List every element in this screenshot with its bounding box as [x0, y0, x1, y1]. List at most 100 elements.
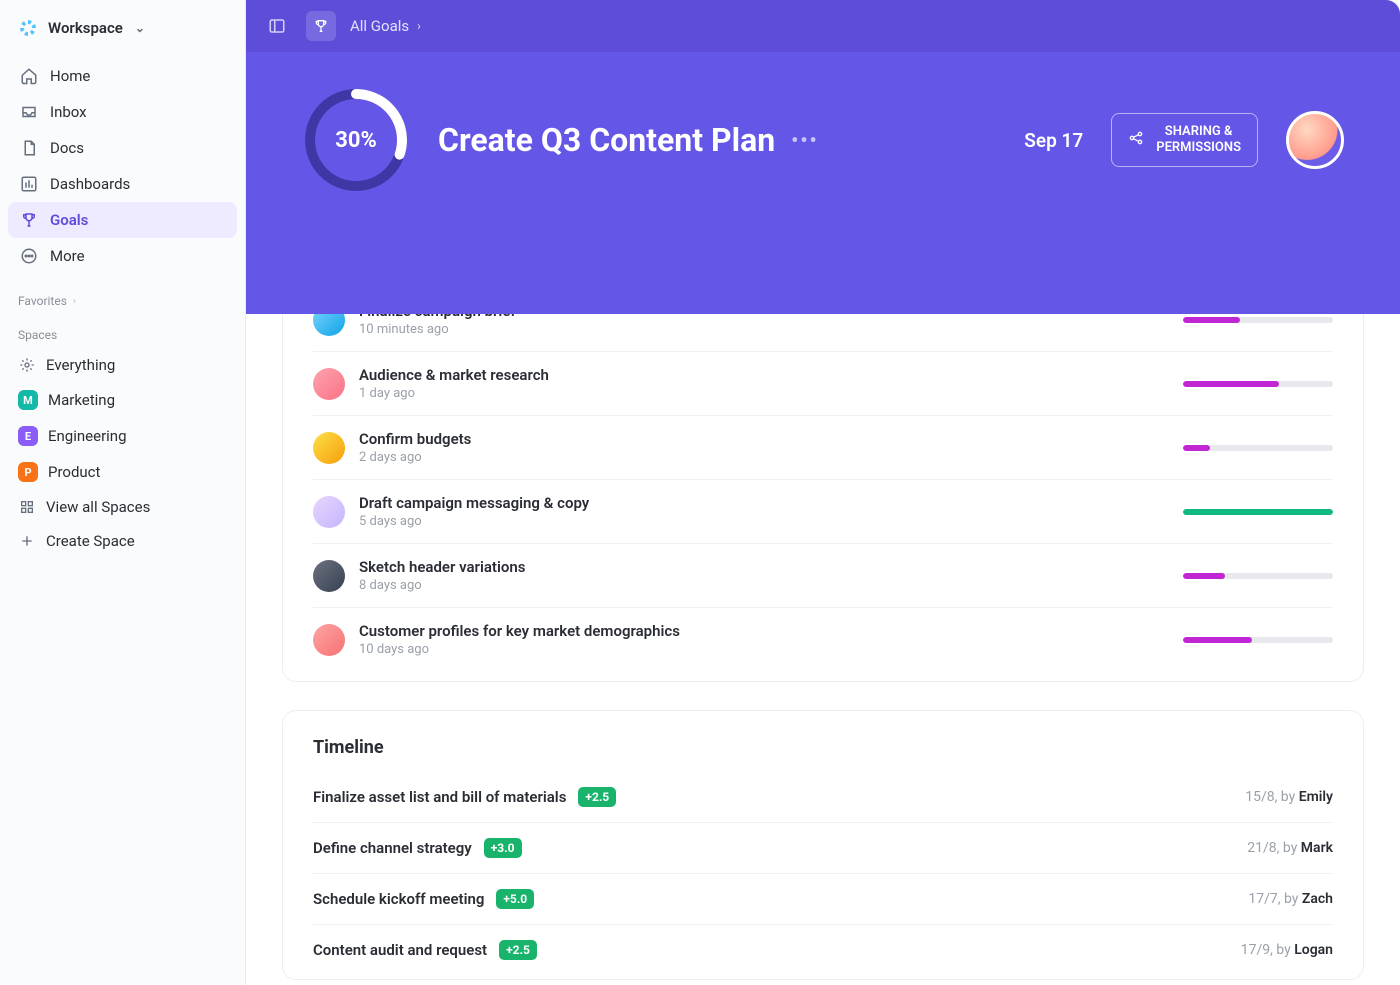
assignee-avatar: [313, 314, 345, 336]
timeline-row[interactable]: Define channel strategy+3.021/8, by Mark: [313, 823, 1333, 874]
target-title: Confirm budgets: [359, 430, 1167, 448]
nav-more[interactable]: More: [8, 238, 237, 274]
chevron-right-icon: ›: [417, 19, 421, 33]
favorites-section[interactable]: Favorites ›: [0, 280, 245, 314]
timeline-meta: 17/9, by Logan: [1241, 942, 1333, 958]
space-everything[interactable]: Everything: [0, 348, 245, 382]
trophy-icon: [20, 211, 38, 229]
app-logo-icon: [18, 18, 38, 38]
workspace-label: Workspace: [48, 19, 123, 37]
timeline-score-badge: +2.5: [499, 940, 537, 960]
nav-docs-label: Docs: [50, 139, 84, 157]
target-timestamp: 10 minutes ago: [359, 322, 1167, 337]
timeline-item-title: Schedule kickoff meeting: [313, 890, 484, 908]
goals-context-icon[interactable]: [306, 11, 336, 41]
target-title: Sketch header variations: [359, 558, 1167, 576]
nav-goals[interactable]: Goals: [8, 202, 237, 238]
sharing-permissions-button[interactable]: SHARING & PERMISSIONS: [1111, 113, 1258, 166]
target-timestamp: 1 day ago: [359, 386, 1167, 401]
timeline-list: Finalize asset list and bill of material…: [313, 772, 1333, 975]
goal-title: Create Q3 Content Plan: [438, 121, 775, 159]
progress-percent: 30%: [302, 86, 410, 194]
main: All Goals › 30% Create Q3 Content Plan •…: [246, 0, 1400, 985]
space-view-all[interactable]: View all Spaces: [0, 490, 245, 524]
inbox-icon: [20, 103, 38, 121]
space-everything-label: Everything: [46, 356, 115, 374]
timeline-card: Timeline Finalize asset list and bill of…: [282, 710, 1364, 980]
assignee-avatar: [313, 624, 345, 656]
target-row[interactable]: Confirm budgets 2 days ago: [313, 416, 1333, 480]
space-badge-m: M: [18, 390, 38, 410]
space-create[interactable]: Create Space: [0, 524, 245, 558]
timeline-row[interactable]: Content audit and request +2.5 17/9, by Lo…: [313, 925, 1333, 975]
target-progress-bar: [1183, 445, 1333, 451]
primary-nav: Home Inbox Docs Dashboards: [0, 52, 245, 280]
share-button-text: SHARING & PERMISSIONS: [1156, 124, 1241, 155]
space-badge-p: P: [18, 462, 38, 482]
target-timestamp: 2 days ago: [359, 450, 1167, 465]
target-title: Draft campaign messaging & copy: [359, 494, 1167, 512]
content-scroll[interactable]: Targets + Add Finalize campaign brief10 …: [246, 314, 1400, 985]
nav-docs[interactable]: Docs: [8, 130, 237, 166]
plus-icon: [18, 533, 36, 549]
grid-icon: [18, 499, 36, 515]
space-badge-e: E: [18, 426, 38, 446]
topbar: All Goals ›: [246, 0, 1400, 52]
timeline-item-title: Define channel strategy: [313, 839, 472, 857]
target-progress-bar: [1183, 509, 1333, 515]
nav-inbox[interactable]: Inbox: [8, 94, 237, 130]
timeline-score-badge: +2.5: [578, 787, 616, 807]
timeline-title: Timeline: [313, 737, 384, 758]
space-view-all-label: View all Spaces: [46, 498, 150, 516]
more-icon: [20, 247, 38, 265]
doc-icon: [20, 139, 38, 157]
target-title: Finalize campaign brief: [359, 314, 1167, 320]
space-product[interactable]: P Product: [0, 454, 245, 490]
target-title: Customer profiles for key market demogra…: [359, 622, 1167, 640]
targets-card: Targets + Add Finalize campaign brief10 …: [282, 314, 1364, 682]
breadcrumb-label: All Goals: [350, 17, 409, 35]
breadcrumb-all-goals[interactable]: All Goals ›: [350, 17, 421, 35]
favorites-label: Favorites: [18, 294, 67, 308]
target-row[interactable]: Draft campaign messaging & copy5 days ag…: [313, 480, 1333, 544]
timeline-score-badge: +5.0: [496, 889, 534, 909]
timeline-score-badge: +3.0: [484, 838, 522, 858]
nav-home-label: Home: [50, 67, 90, 85]
nav-more-label: More: [50, 247, 85, 265]
target-row[interactable]: Finalize campaign brief 10 minutes ago: [313, 314, 1333, 352]
target-row[interactable]: Sketch header variations8 days ago: [313, 544, 1333, 608]
timeline-row[interactable]: Finalize asset list and bill of material…: [313, 772, 1333, 823]
timeline-item-title: Finalize asset list and bill of material…: [313, 788, 566, 806]
nav-inbox-label: Inbox: [50, 103, 87, 121]
goal-owner-avatar[interactable]: [1286, 111, 1344, 169]
space-product-label: Product: [48, 463, 100, 481]
timeline-meta: 15/8, by Emily: [1245, 789, 1333, 805]
panel-toggle-button[interactable]: [262, 11, 292, 41]
home-icon: [20, 67, 38, 85]
spaces-section: Spaces: [0, 314, 245, 348]
target-progress-bar: [1183, 381, 1333, 387]
space-create-label: Create Space: [46, 532, 135, 550]
goal-options-button[interactable]: •••: [791, 128, 819, 152]
chevron-down-icon: ⌄: [135, 21, 145, 35]
share-icon: [1128, 130, 1144, 151]
workspace-switcher[interactable]: Workspace ⌄: [0, 8, 245, 52]
nav-home[interactable]: Home: [8, 58, 237, 94]
space-engineering-label: Engineering: [48, 427, 127, 445]
assignee-avatar: [313, 496, 345, 528]
space-marketing-label: Marketing: [48, 391, 115, 409]
timeline-row[interactable]: Schedule kickoff meeting +5.0 17/7, by Zac…: [313, 874, 1333, 925]
space-marketing[interactable]: M Marketing: [0, 382, 245, 418]
timeline-meta: 17/7, by Zach: [1248, 891, 1333, 907]
target-row[interactable]: Customer profiles for key market demogra…: [313, 608, 1333, 671]
target-title: Audience & market research: [359, 366, 1167, 384]
everything-icon: [18, 357, 36, 373]
space-engineering[interactable]: E Engineering: [0, 418, 245, 454]
target-row[interactable]: Audience & market research 1 day ago: [313, 352, 1333, 416]
timeline-item-title: Content audit and request: [313, 941, 487, 959]
target-progress-bar: [1183, 317, 1333, 323]
nav-dashboards[interactable]: Dashboards: [8, 166, 237, 202]
nav-goals-label: Goals: [50, 211, 88, 229]
target-progress-bar: [1183, 637, 1333, 643]
assignee-avatar: [313, 368, 345, 400]
